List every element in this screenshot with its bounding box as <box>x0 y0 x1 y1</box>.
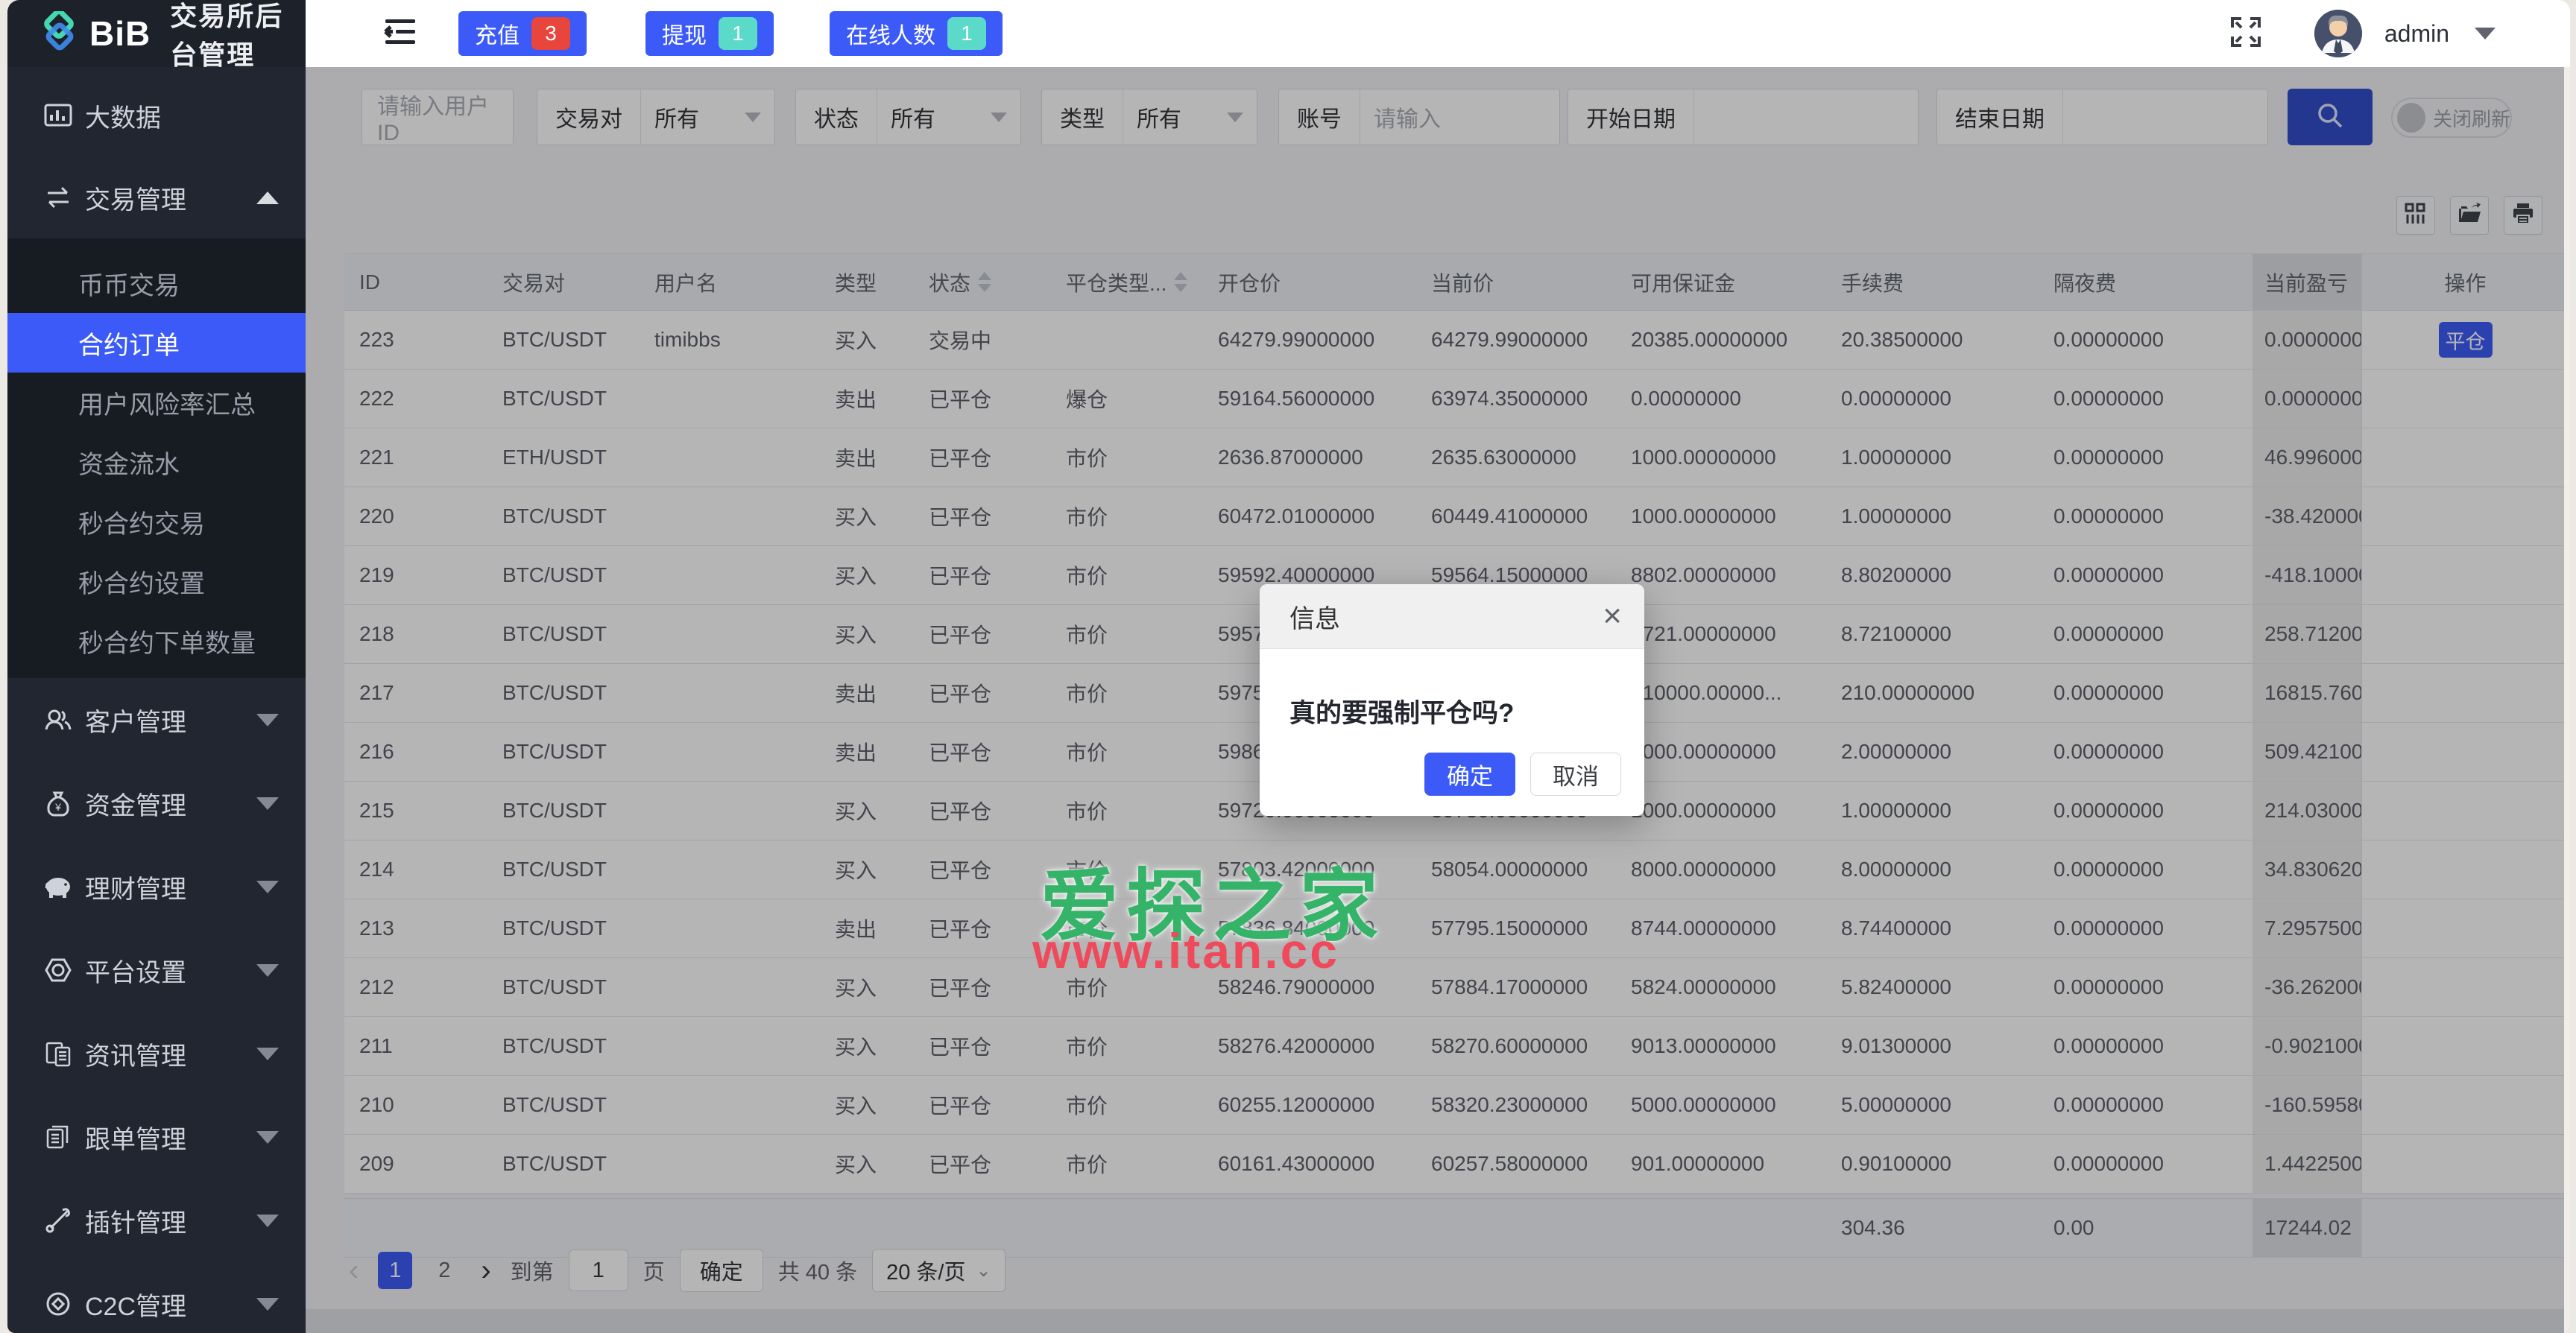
money-bag-icon: ¥ <box>43 788 73 818</box>
sidebar-item-c2c-mgmt[interactable]: C2C管理 <box>7 1262 306 1333</box>
sidebar-collapse-icon[interactable] <box>384 18 417 50</box>
sidebar-item-label: 资金流水 <box>78 444 180 481</box>
scrollbar[interactable] <box>2564 67 2570 1333</box>
sidebar-item-label: 大数据 <box>85 98 161 134</box>
recharge-button[interactable]: 充值 3 <box>458 11 587 56</box>
dialog-title: 信息 <box>1289 598 1340 635</box>
chevron-down-icon <box>256 797 279 810</box>
sidebar-item-news-mgmt[interactable]: 资讯管理 <box>7 1012 306 1095</box>
trade-submenu: 币币交易 合约订单 用户风险率汇总 资金流水 秒合约交易 秒合约设置 秒合约下单… <box>7 238 306 678</box>
online-users-label: 在线人数 <box>846 17 935 50</box>
dialog-footer: 确定 取消 <box>1424 753 1621 796</box>
avatar[interactable] <box>2314 10 2362 57</box>
topbar: BiB 交易所后台管理 充值 3 提现 1 在线人数 1 <box>7 0 2570 67</box>
close-icon[interactable]: × <box>1603 600 1622 633</box>
chevron-down-icon <box>256 964 279 977</box>
withdraw-label: 提现 <box>662 17 707 50</box>
admin-username[interactable]: admin <box>2384 20 2449 48</box>
recharge-badge: 3 <box>531 17 570 50</box>
sidebar-item-risk-summary[interactable]: 用户风险率汇总 <box>7 373 306 432</box>
sidebar-item-label: 资金管理 <box>85 785 186 822</box>
logo-area: BiB 交易所后台管理 <box>7 0 306 67</box>
sidebar-item-wealth-mgmt[interactable]: 理财管理 <box>7 845 306 928</box>
sidebar-item-label: 插针管理 <box>85 1203 186 1239</box>
sidebar: 大数据 交易管理 币币交易 合约订单 用户风险率汇总 资金流水 秒合约交易 秒合… <box>7 67 306 1333</box>
exchange-arrows-icon <box>43 183 73 212</box>
users-icon <box>43 705 73 735</box>
sidebar-item-label: 客户管理 <box>85 702 186 738</box>
news-icon <box>43 1039 73 1068</box>
documents-icon <box>43 1122 73 1152</box>
cancel-button[interactable]: 取消 <box>1530 753 1621 796</box>
brand-name: BiB <box>89 13 151 54</box>
needle-pin-icon <box>43 1206 73 1235</box>
chevron-down-icon <box>256 1298 279 1311</box>
confirm-dialog: 信息 × 真的要强制平仓吗? 确定 取消 <box>1260 584 1644 816</box>
chevron-down-icon <box>256 714 279 726</box>
recharge-label: 充值 <box>475 17 520 50</box>
withdraw-button[interactable]: 提现 1 <box>645 11 774 56</box>
dialog-message: 真的要强制平仓吗? <box>1289 692 1644 730</box>
sidebar-item-label: 平台设置 <box>85 952 186 989</box>
sidebar-item-label: 理财管理 <box>85 869 186 905</box>
sidebar-item-label: C2C管理 <box>85 1286 186 1323</box>
piggy-bank-icon <box>43 872 73 902</box>
settings-icon <box>43 955 73 985</box>
svg-text:¥: ¥ <box>54 801 61 813</box>
chevron-down-icon <box>256 1215 279 1227</box>
sidebar-item-label: 资讯管理 <box>85 1036 186 1072</box>
chart-icon <box>43 101 73 130</box>
sidebar-item-fund-flow[interactable]: 资金流水 <box>7 432 306 492</box>
sidebar-item-bigdata[interactable]: 大数据 <box>7 75 306 156</box>
sidebar-item-second-contract-trade[interactable]: 秒合约交易 <box>7 492 306 551</box>
sidebar-item-label: 秒合约下单数量 <box>78 623 256 659</box>
chevron-up-icon <box>256 191 279 204</box>
sidebar-item-label: 秒合约设置 <box>78 563 205 600</box>
admin-dropdown-caret-icon[interactable] <box>2475 28 2496 39</box>
main-content: 请输入用户ID 交易对 所有 状态 所有 类型 所有 账号 <box>306 67 2570 1333</box>
coin-icon <box>43 1289 73 1319</box>
brand-logo-icon <box>37 11 79 57</box>
online-users-button[interactable]: 在线人数 1 <box>830 11 1003 56</box>
online-users-badge: 1 <box>947 17 986 50</box>
sidebar-item-contract-orders[interactable]: 合约订单 <box>7 313 306 373</box>
app-title: 交易所后台管理 <box>170 0 306 72</box>
app-window: BiB 交易所后台管理 充值 3 提现 1 在线人数 1 <box>7 0 2570 1333</box>
sidebar-item-trade-mgmt[interactable]: 交易管理 <box>7 156 306 238</box>
sidebar-item-label: 用户风险率汇总 <box>78 384 256 421</box>
sidebar-item-fund-mgmt[interactable]: ¥ 资金管理 <box>7 762 306 845</box>
withdraw-badge: 1 <box>719 17 757 50</box>
sidebar-item-platform-settings[interactable]: 平台设置 <box>7 928 306 1012</box>
sidebar-item-customer-mgmt[interactable]: 客户管理 <box>7 678 306 762</box>
sidebar-item-label: 秒合约交易 <box>78 504 205 540</box>
sidebar-item-spot-trade[interactable]: 币币交易 <box>7 253 306 313</box>
dialog-header: 信息 × <box>1260 584 1644 649</box>
sidebar-item-second-contract-settings[interactable]: 秒合约设置 <box>7 551 306 611</box>
sidebar-item-copy-trade-mgmt[interactable]: 跟单管理 <box>7 1095 306 1179</box>
sidebar-item-pin-mgmt[interactable]: 插针管理 <box>7 1179 306 1262</box>
chevron-down-icon <box>256 881 279 893</box>
chevron-down-icon <box>256 1131 279 1144</box>
fullscreen-icon[interactable] <box>2229 16 2262 52</box>
chevron-down-icon <box>256 1048 279 1060</box>
sidebar-item-second-contract-qty[interactable]: 秒合约下单数量 <box>7 611 306 671</box>
sidebar-item-label: 币币交易 <box>78 265 180 302</box>
sidebar-item-label: 合约订单 <box>78 325 180 361</box>
sidebar-item-label: 跟单管理 <box>85 1119 186 1156</box>
sidebar-item-label: 交易管理 <box>85 180 186 216</box>
confirm-button[interactable]: 确定 <box>1424 753 1515 796</box>
